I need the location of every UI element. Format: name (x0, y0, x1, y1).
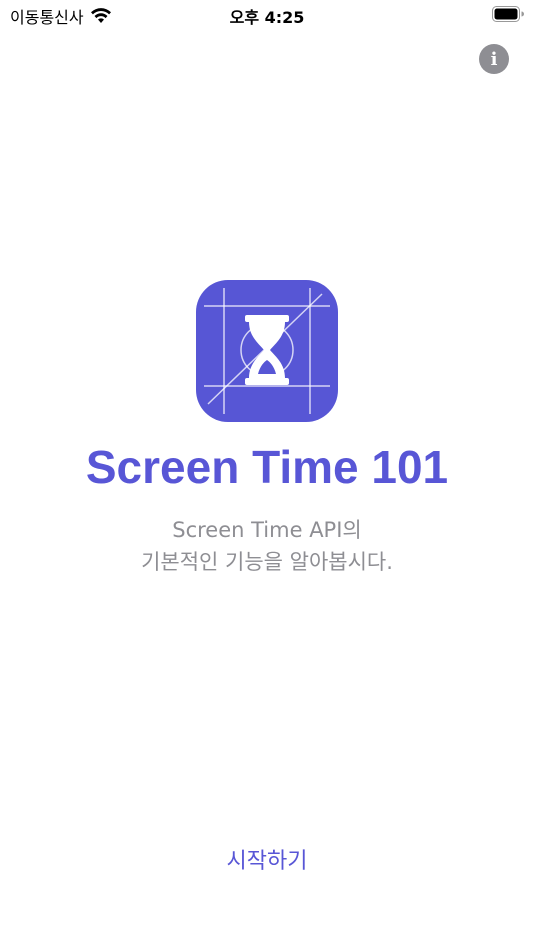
start-button[interactable]: 시작하기 (0, 843, 534, 875)
battery-icon (492, 6, 524, 22)
description-line-2: 기본적인 기능을 알아봅시다. (141, 550, 393, 574)
info-button[interactable]: i (479, 44, 509, 74)
app-title: Screen Time 101 (85, 441, 449, 493)
status-time: 오후 4:25 (229, 8, 305, 27)
description-line-1: Screen Time API의 (172, 518, 362, 542)
hourglass-icon (204, 288, 330, 414)
status-bar: 이동통신사 오후 4:25 (0, 0, 534, 30)
app-description: Screen Time API의 기본적인 기능을 알아봅시다. (0, 514, 534, 578)
app-icon (196, 280, 338, 422)
info-icon: i (490, 48, 498, 70)
